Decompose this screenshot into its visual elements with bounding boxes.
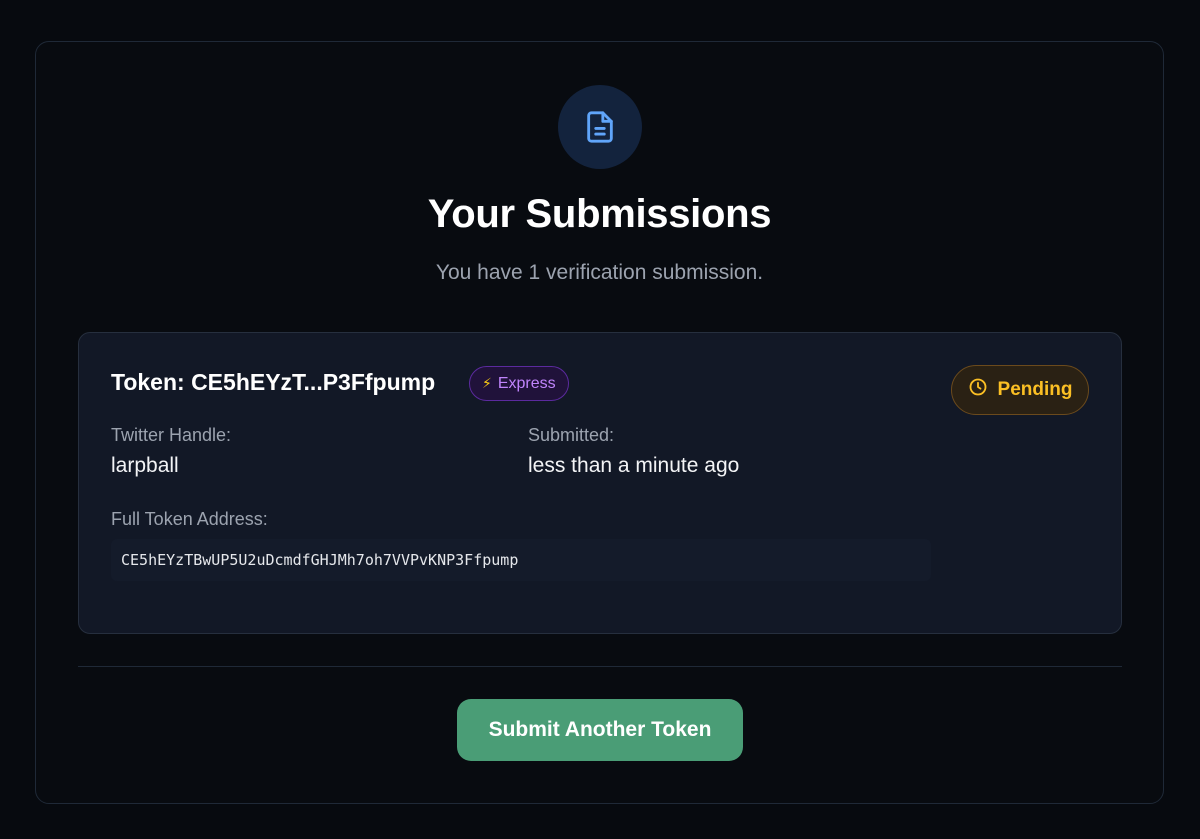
twitter-handle-label: Twitter Handle: xyxy=(111,425,232,445)
status-badge: Pending xyxy=(951,365,1089,415)
twitter-handle-value: larpball xyxy=(111,454,179,477)
express-badge: ⚡ Express xyxy=(469,366,569,401)
page-subtitle: You have 1 verification submission. xyxy=(435,261,764,284)
token-address-value[interactable]: CE5hEYzTBwUP5U2uDcmdfGHJMh7oh7VVPvKNP3Ff… xyxy=(111,539,931,581)
express-badge-label: Express xyxy=(497,374,556,392)
submitted-label: Submitted: xyxy=(528,425,615,445)
token-title: Token: CE5hEYzT...P3Ffpump xyxy=(111,369,436,395)
submitted-value: less than a minute ago xyxy=(528,454,740,477)
submit-another-token-button[interactable]: Submit Another Token xyxy=(457,699,743,761)
submission-card: Token: CE5hEYzT...P3Ffpump ⚡ Express Pen… xyxy=(78,332,1122,634)
status-label: Pending xyxy=(997,379,1073,400)
page-title: Your Submissions xyxy=(427,192,772,236)
clock-icon xyxy=(968,377,988,403)
document-icon xyxy=(558,85,642,169)
submissions-panel: Your Submissions You have 1 verification… xyxy=(35,41,1164,804)
divider xyxy=(78,666,1122,667)
token-address-label: Full Token Address: xyxy=(111,509,268,529)
lightning-icon: ⚡ xyxy=(482,375,492,391)
